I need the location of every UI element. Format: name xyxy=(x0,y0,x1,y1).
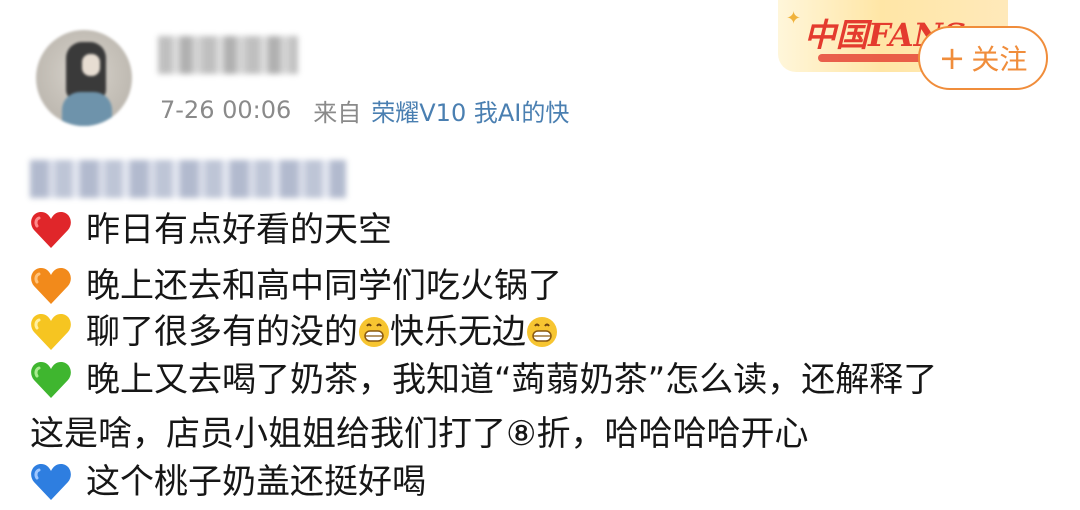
sparkle-icon: ✦ xyxy=(786,8,802,29)
avatar[interactable] xyxy=(36,30,132,126)
plus-icon: + xyxy=(938,39,966,77)
username-blurred[interactable] xyxy=(158,36,298,74)
post-meta: 7-26 00:06 来自 荣耀V10 我AI的快 xyxy=(160,90,569,130)
weibo-post: 7-26 00:06 来自 荣耀V10 我AI的快 ✦ 中国FANS + 关注 … xyxy=(0,0,1080,510)
content-text: 晚上又去喝了奶茶，我知道“蒟蒻奶茶”怎么读，还解释了 xyxy=(86,360,938,400)
blue-heart-icon xyxy=(30,462,72,502)
avatar-body xyxy=(62,92,112,126)
content-text: 这个桃子奶盖还挺好喝 xyxy=(86,462,426,502)
yellow-heart-icon xyxy=(30,312,72,352)
blurred-text-line xyxy=(30,160,346,198)
source-from-label: 来自 xyxy=(313,98,362,127)
orange-heart-icon xyxy=(30,266,72,306)
post-timestamp: 7-26 00:06 xyxy=(160,96,292,124)
grinning-face-icon xyxy=(358,316,390,348)
follow-label: 关注 xyxy=(971,43,1028,76)
avatar-face xyxy=(82,54,100,76)
content-line: 昨日有点好看的天空 xyxy=(30,202,392,258)
red-heart-icon xyxy=(30,210,72,250)
source-device-link[interactable]: 荣耀V10 我AI的快 xyxy=(371,93,569,128)
content-line: 晚上又去喝了奶茶，我知道“蒟蒻奶茶”怎么读，还解释了 xyxy=(30,352,937,408)
content-line: 这个桃子奶盖还挺好喝 xyxy=(30,454,426,510)
grinning-face-icon xyxy=(526,316,558,348)
follow-button[interactable]: + 关注 xyxy=(918,26,1048,90)
green-heart-icon xyxy=(30,360,72,400)
content-text: 昨日有点好看的天空 xyxy=(86,210,392,250)
